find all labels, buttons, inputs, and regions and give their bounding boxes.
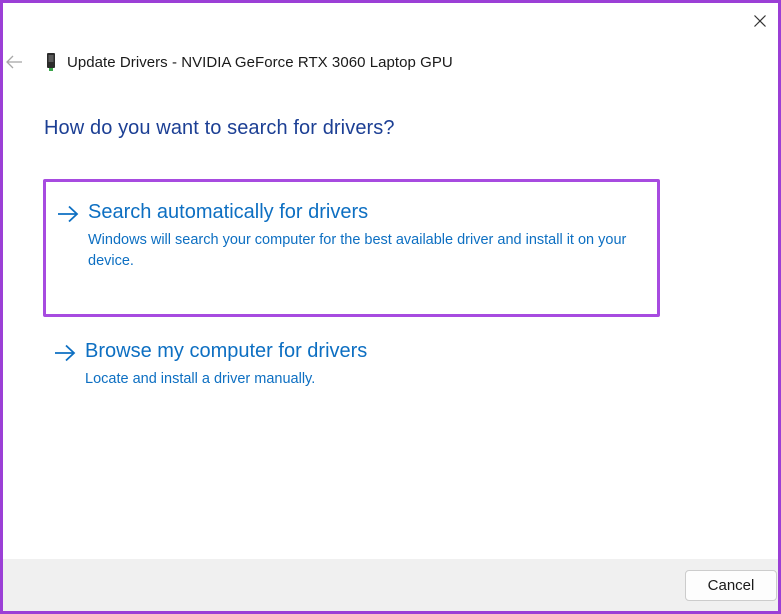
back-button[interactable] xyxy=(3,51,25,73)
graphics-card-icon xyxy=(41,51,61,73)
browse-computer-option[interactable]: Browse my computer for drivers Locate an… xyxy=(43,333,660,399)
option-description: Locate and install a driver manually. xyxy=(85,371,316,387)
close-icon xyxy=(754,15,766,27)
window-title-row: Update Drivers - NVIDIA GeForce RTX 3060… xyxy=(41,51,453,73)
dialog-footer: Cancel xyxy=(3,559,778,611)
option-title: Browse my computer for drivers xyxy=(85,340,368,362)
search-automatically-option[interactable]: Search automatically for drivers Windows… xyxy=(43,179,660,317)
arrow-right-icon xyxy=(55,344,76,362)
arrow-right-icon xyxy=(58,205,79,223)
close-button[interactable] xyxy=(746,7,774,35)
option-description: Windows will search your computer for th… xyxy=(88,232,627,269)
window-title: Update Drivers - NVIDIA GeForce RTX 3060… xyxy=(67,53,453,71)
page-heading: How do you want to search for drivers? xyxy=(44,117,395,139)
back-arrow-icon xyxy=(6,55,22,69)
cancel-button[interactable]: Cancel xyxy=(685,570,777,601)
option-title: Search automatically for drivers xyxy=(88,201,369,223)
update-drivers-dialog: Update Drivers - NVIDIA GeForce RTX 3060… xyxy=(0,0,781,614)
